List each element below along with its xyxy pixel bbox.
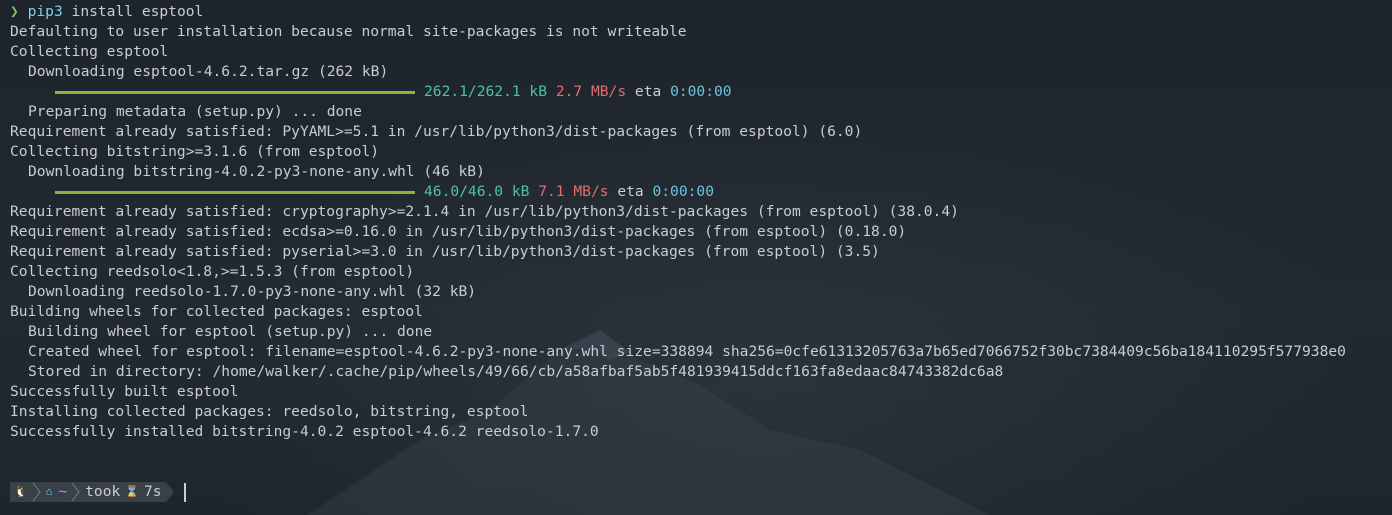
download-speed: 7.1 MB/s [538,183,609,200]
linux-icon: 🐧 [14,485,28,498]
output-line: Preparing metadata (setup.py) ... done [28,103,362,120]
took-label: took [85,483,121,500]
output-line: Downloading esptool-4.6.2.tar.gz (262 kB… [28,63,389,80]
output-line: Requirement already satisfied: PyYAML>=5… [10,123,863,140]
output-line: Created wheel for esptool: filename=espt… [28,343,1346,360]
current-directory: ~ [58,483,68,500]
output-line: Building wheel for esptool (setup.py) ..… [28,323,433,340]
output-line: Downloading bitstring-4.0.2-py3-none-any… [28,163,485,180]
download-size: 262.1/262.1 kB [424,83,548,100]
output-line: Stored in directory: /home/walker/.cache… [28,363,1004,380]
output-line: Defaulting to user installation because … [10,23,687,40]
segment-separator [71,482,82,502]
progress-bar [55,190,415,194]
directory-segment: ⌂ ~ [41,482,72,502]
prompt-arrow-icon: ❯ [10,3,19,20]
download-size: 46.0/46.0 kB [424,183,530,200]
segment-separator [31,482,42,502]
home-icon: ⌂ [45,485,53,498]
eta-value: 0:00:00 [652,183,714,200]
os-segment: 🐧 [10,482,32,502]
command-args: install esptool [62,3,204,20]
output-line: Successfully installed bitstring-4.0.2 e… [10,423,599,440]
download-speed: 2.7 MB/s [555,83,627,100]
prompt-statusline: 🐧 ⌂ ~ took ⌛ 7s [10,481,186,503]
output-line: Successfully built esptool [10,383,239,400]
progress-bar [55,90,415,94]
download-progress-row: 262.1/262.1 kB 2.7 MB/s eta 0:00:00 [10,82,1346,102]
download-progress-row: 46.0/46.0 kB 7.1 MB/s eta 0:00:00 [10,182,1346,202]
output-line: Collecting reedsolo<1.8,>=1.5.3 (from es… [10,263,415,280]
output-line: Collecting bitstring>=3.1.6 (from esptoo… [10,143,380,160]
output-line: Requirement already satisfied: cryptogra… [10,203,959,220]
command-line: ❯ pip3 install esptool [10,2,1346,22]
segment-end-chevron [165,482,174,502]
eta-value: 0:00:00 [670,83,732,100]
command-duration: 7s [143,483,162,500]
output-line: Requirement already satisfied: pyserial>… [10,243,880,260]
text-cursor[interactable] [183,482,186,502]
output-line: Installing collected packages: reedsolo,… [10,403,529,420]
eta-label: eta [617,183,644,200]
command-name: pip3 [27,3,63,20]
hourglass-icon: ⌛ [125,485,139,498]
duration-segment: took ⌛ 7s [81,482,166,502]
output-line: Collecting esptool [10,43,169,60]
output-line: Building wheels for collected packages: … [10,303,423,320]
output-line: Downloading reedsolo-1.7.0-py3-none-any.… [28,283,477,300]
output-line: Requirement already satisfied: ecdsa>=0.… [10,223,907,240]
eta-label: eta [634,83,662,100]
terminal-output: ❯ pip3 install esptool Defaulting to use… [10,2,1346,442]
